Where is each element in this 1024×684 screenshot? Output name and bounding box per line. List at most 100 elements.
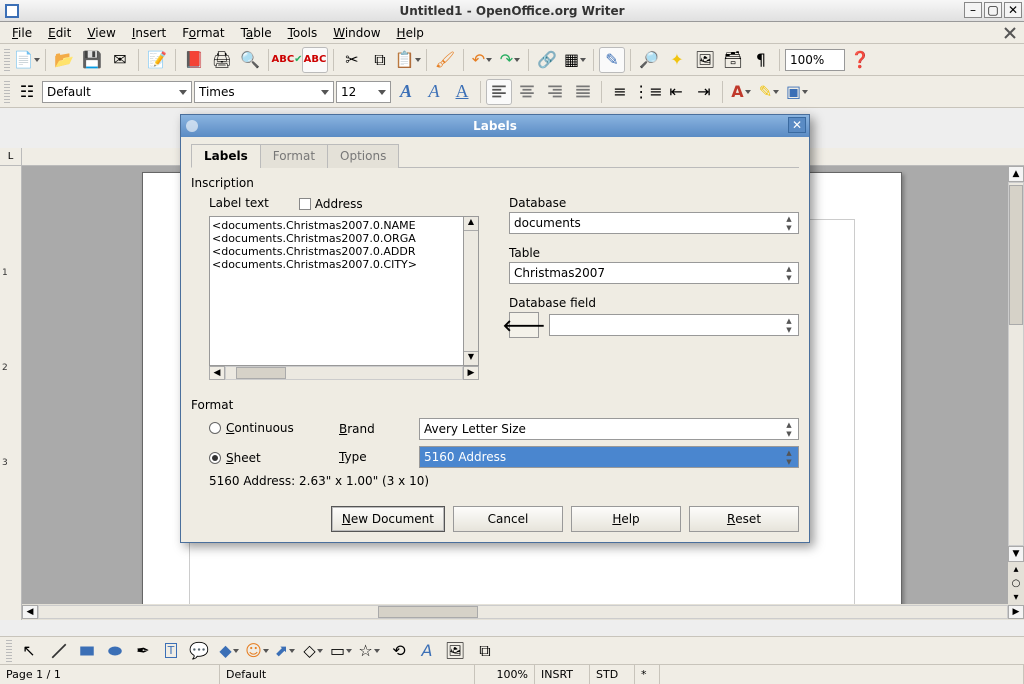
edit-file-button[interactable]: 📝: [144, 47, 170, 73]
underline-button[interactable]: A: [449, 79, 475, 105]
menu-help[interactable]: Help: [391, 24, 430, 42]
ta-scroll-right[interactable]: ▶: [463, 366, 479, 380]
sheet-radio[interactable]: Sheet: [209, 451, 261, 465]
menu-view[interactable]: View: [81, 24, 121, 42]
save-button[interactable]: 💾: [79, 47, 105, 73]
tab-options[interactable]: Options: [327, 144, 399, 168]
maximize-button[interactable]: ▢: [984, 2, 1002, 18]
dialog-close-button[interactable]: ✕: [788, 117, 806, 133]
callout-tool[interactable]: 💬: [186, 638, 212, 664]
scroll-right-button[interactable]: ▶: [1008, 605, 1024, 619]
database-combo[interactable]: documents ▲▼: [509, 212, 799, 234]
toolbar-grip[interactable]: [4, 49, 10, 71]
help-icon[interactable]: ❓: [847, 47, 873, 73]
ta-vscroll-down[interactable]: ▼: [464, 351, 478, 365]
preview-button[interactable]: 🔍: [237, 47, 263, 73]
bold-button[interactable]: A: [393, 79, 419, 105]
dialog-titlebar[interactable]: Labels ✕: [181, 115, 809, 137]
decrease-indent-button[interactable]: ⇤: [663, 79, 689, 105]
brand-combo[interactable]: Avery Letter Size ▲▼: [419, 418, 799, 440]
menu-file[interactable]: File: [6, 24, 38, 42]
menu-tools[interactable]: Tools: [282, 24, 324, 42]
basic-shapes-tool[interactable]: ◆: [216, 638, 242, 664]
vscrollbar[interactable]: ▲ ▼ ▴ ○ ▾: [1008, 166, 1024, 604]
align-center-button[interactable]: [514, 79, 540, 105]
new-document-button[interactable]: New Document: [331, 506, 445, 532]
hyperlink-button[interactable]: 🔗: [534, 47, 560, 73]
undo-button[interactable]: ↶: [469, 47, 495, 73]
bullet-list-button[interactable]: ⋮≡: [635, 79, 661, 105]
type-combo[interactable]: 5160 Address ▲▼: [419, 446, 799, 468]
prev-page-button[interactable]: ▴: [1008, 562, 1024, 576]
reset-button[interactable]: Reset: [689, 506, 799, 532]
close-window-button[interactable]: ✕: [1004, 2, 1022, 18]
status-zoom[interactable]: 100%: [475, 665, 535, 684]
block-arrows-tool[interactable]: ⬈: [272, 638, 298, 664]
font-color-button[interactable]: A: [728, 79, 754, 105]
toolbar-grip[interactable]: [4, 81, 10, 103]
format-paintbrush-button[interactable]: 🖌: [432, 47, 458, 73]
insert-field-button[interactable]: 🡐: [509, 312, 539, 338]
hscroll-thumb[interactable]: [378, 606, 478, 618]
table-combo[interactable]: Christmas2007 ▲▼: [509, 262, 799, 284]
freeform-tool[interactable]: ✒: [130, 638, 156, 664]
fontwork-tool[interactable]: A: [414, 638, 440, 664]
redo-button[interactable]: ↷: [497, 47, 523, 73]
numbered-list-button[interactable]: ≡: [607, 79, 633, 105]
ta-vscroll-up[interactable]: ▲: [464, 217, 478, 231]
font-size-combo[interactable]: 12: [336, 81, 391, 103]
email-button[interactable]: ✉: [107, 47, 133, 73]
gallery-button[interactable]: 🖼: [692, 47, 718, 73]
menu-format[interactable]: Format: [176, 24, 230, 42]
styles-button[interactable]: ☷: [14, 79, 40, 105]
cut-button[interactable]: ✂: [339, 47, 365, 73]
align-left-button[interactable]: [486, 79, 512, 105]
ellipse-tool[interactable]: [102, 638, 128, 664]
font-name-combo[interactable]: Times: [194, 81, 334, 103]
scroll-down-button[interactable]: ▼: [1008, 546, 1024, 562]
paragraph-style-combo[interactable]: Default: [42, 81, 192, 103]
new-doc-button[interactable]: 📄: [14, 47, 40, 73]
menu-window[interactable]: Window: [327, 24, 386, 42]
continuous-radio[interactable]: Continuous: [209, 421, 294, 435]
zoom-combo[interactable]: 100%: [785, 49, 845, 71]
align-right-button[interactable]: [542, 79, 568, 105]
status-style[interactable]: Default: [220, 665, 475, 684]
tab-format[interactable]: Format: [260, 144, 328, 168]
points-tool[interactable]: ⟲: [386, 638, 412, 664]
datasources-button[interactable]: 🗃: [720, 47, 746, 73]
navigation-button[interactable]: ○: [1008, 576, 1024, 590]
export-pdf-button[interactable]: 📕: [181, 47, 207, 73]
increase-indent-button[interactable]: ⇥: [691, 79, 717, 105]
textbox-tool[interactable]: T: [158, 638, 184, 664]
menu-edit[interactable]: Edit: [42, 24, 77, 42]
stars-tool[interactable]: ☆: [356, 638, 382, 664]
minimize-button[interactable]: –: [964, 2, 982, 18]
close-document-icon[interactable]: [1002, 25, 1018, 41]
cancel-button[interactable]: Cancel: [453, 506, 563, 532]
help-button[interactable]: Help: [571, 506, 681, 532]
scroll-up-button[interactable]: ▲: [1008, 166, 1024, 182]
background-button[interactable]: ▣: [784, 79, 810, 105]
tab-labels[interactable]: Labels: [191, 144, 261, 168]
table-button[interactable]: ▦: [562, 47, 588, 73]
status-selection-mode[interactable]: STD: [590, 665, 635, 684]
next-page-button[interactable]: ▾: [1008, 590, 1024, 604]
symbol-shapes-tool[interactable]: ☺: [244, 638, 270, 664]
callouts-tool[interactable]: ▭: [328, 638, 354, 664]
spellcheck-button[interactable]: ABC✔: [274, 47, 300, 73]
paste-button[interactable]: 📋: [395, 47, 421, 73]
copy-button[interactable]: ⧉: [367, 47, 393, 73]
label-text-area[interactable]: <documents.Christmas2007.0.NAME <documen…: [209, 216, 464, 366]
print-button[interactable]: 🖨: [209, 47, 235, 73]
drawing-functions-button[interactable]: ✎: [599, 47, 625, 73]
database-field-combo[interactable]: ▲▼: [549, 314, 799, 336]
align-justify-button[interactable]: [570, 79, 596, 105]
vscroll-thumb[interactable]: [1009, 185, 1023, 325]
address-checkbox[interactable]: Address: [299, 197, 363, 211]
from-file-tool[interactable]: 🖼: [442, 638, 468, 664]
label-text-hscroll[interactable]: ◀ ▶: [209, 366, 479, 380]
menu-table[interactable]: Table: [235, 24, 278, 42]
highlight-button[interactable]: ✎: [756, 79, 782, 105]
select-tool[interactable]: ↖: [16, 638, 42, 664]
